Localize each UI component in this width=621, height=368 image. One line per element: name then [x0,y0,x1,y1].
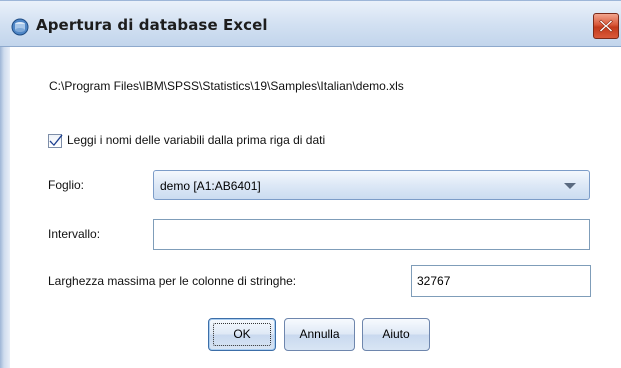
range-label: Intervallo: [48,227,101,241]
cancel-button[interactable]: Annulla [284,318,355,351]
help-button-label: Aiuto [382,327,410,341]
range-field[interactable] [153,219,590,250]
cancel-button-label: Annulla [299,327,340,341]
sheet-selected-value: demo [A1:AB6401] [160,179,261,193]
window-frame-left [0,47,10,368]
close-icon [599,19,613,33]
sheet-dropdown[interactable]: demo [A1:AB6401] [153,170,590,200]
close-button[interactable] [593,13,619,39]
check-mark-icon [49,134,63,146]
sheet-label: Foglio: [48,178,85,192]
read-names-checkbox[interactable] [48,134,63,148]
read-names-label[interactable]: Leggi i nomi delle variabili dalla prima… [67,133,325,147]
max-width-label: Larghezza massima per le colonne di stri… [48,274,297,288]
title-bar: Apertura di database Excel [0,0,621,47]
range-input[interactable] [154,220,589,249]
database-icon [11,18,29,36]
focus-rect [213,323,271,346]
max-width-input[interactable] [412,266,590,296]
ok-button[interactable]: OK [208,318,276,351]
window-title: Apertura di database Excel [36,16,268,34]
file-path-label: C:\Program Files\IBM\SPSS\Statistics\19\… [49,79,404,93]
help-button[interactable]: Aiuto [362,318,430,351]
max-width-field[interactable] [411,265,591,297]
chevron-down-icon [564,183,576,189]
